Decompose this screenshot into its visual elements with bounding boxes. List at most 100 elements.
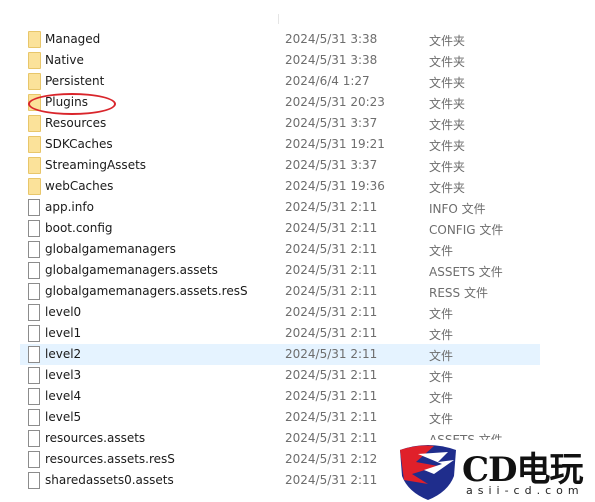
- folder-icon: [28, 31, 41, 48]
- file-date: 2024/5/31 2:11: [285, 326, 378, 340]
- folder-icon: [28, 157, 41, 174]
- file-name: app.info: [45, 200, 94, 214]
- file-type: 文件夹: [429, 160, 466, 174]
- file-type: 文件: [429, 412, 454, 426]
- file-date: 2024/5/31 3:38: [285, 53, 378, 67]
- file-icon: [28, 367, 40, 384]
- file-name: sharedassets0.assets: [45, 473, 174, 487]
- file-date: 2024/5/31 2:11: [285, 200, 378, 214]
- file-icon: [28, 199, 40, 216]
- file-icon: [28, 451, 40, 468]
- file-date: 2024/5/31 2:11: [285, 473, 378, 487]
- file-row[interactable]: level3 2024/5/31 2:11 文件: [20, 365, 540, 386]
- file-date: 2024/5/31 2:11: [285, 221, 378, 235]
- folder-icon: [28, 52, 41, 69]
- file-name: boot.config: [45, 221, 113, 235]
- file-date: 2024/5/31 3:38: [285, 32, 378, 46]
- file-type: CONFIG 文件: [429, 223, 504, 237]
- file-icon: [28, 430, 40, 447]
- file-row[interactable]: webCaches 2024/5/31 19:36 文件夹: [20, 176, 540, 197]
- file-name: StreamingAssets: [45, 158, 147, 172]
- file-row[interactable]: level1 2024/5/31 2:11 文件: [20, 323, 540, 344]
- file-date: 2024/5/31 2:11: [285, 305, 378, 319]
- file-row[interactable]: Plugins 2024/5/31 20:23 文件夹: [20, 92, 540, 113]
- file-row[interactable]: globalgamemanagers.assets.resS 2024/5/31…: [20, 281, 540, 302]
- file-name: globalgamemanagers.assets.resS: [45, 284, 248, 298]
- file-icon: [28, 241, 40, 258]
- file-name: level5: [45, 410, 82, 424]
- file-row[interactable]: StreamingAssets 2024/5/31 3:37 文件夹: [20, 155, 540, 176]
- file-row[interactable]: Native 2024/5/31 3:38 文件夹: [20, 50, 540, 71]
- file-row[interactable]: app.info 2024/5/31 2:11 INFO 文件: [20, 197, 540, 218]
- file-type: 文件: [429, 391, 454, 405]
- file-date: 2024/5/31 2:11: [285, 431, 378, 445]
- folder-icon: [28, 94, 41, 111]
- file-type: 文件夹: [429, 139, 466, 153]
- file-type: 文件: [429, 328, 454, 342]
- file-type: 文件夹: [429, 55, 466, 69]
- file-date: 2024/5/31 2:11: [285, 242, 378, 256]
- file-date: 2024/5/31 2:11: [285, 284, 378, 298]
- folder-icon: [28, 136, 41, 153]
- file-type: 文件夹: [429, 118, 466, 132]
- file-type: 文件夹: [429, 34, 466, 48]
- file-date: 2024/5/31 2:11: [285, 368, 378, 382]
- file-date: 2024/5/31 19:36: [285, 179, 385, 193]
- file-row[interactable]: level0 2024/5/31 2:11 文件: [20, 302, 540, 323]
- file-icon: [28, 325, 40, 342]
- column-separator[interactable]: [278, 14, 279, 24]
- file-row[interactable]: level4 2024/5/31 2:11 文件: [20, 386, 540, 407]
- file-icon: [28, 346, 40, 363]
- file-name: Persistent: [45, 74, 105, 88]
- watermark-url: asii-cd.com: [466, 484, 584, 497]
- file-name: level0: [45, 305, 82, 319]
- file-row[interactable]: globalgamemanagers 2024/5/31 2:11 文件: [20, 239, 540, 260]
- file-type: 文件夹: [429, 76, 466, 90]
- file-name: resources.assets: [45, 431, 146, 445]
- file-row[interactable]: boot.config 2024/5/31 2:11 CONFIG 文件: [20, 218, 540, 239]
- file-name: Managed: [45, 32, 101, 46]
- file-name: SDKCaches: [45, 137, 113, 151]
- file-name: Resources: [45, 116, 107, 130]
- file-icon: [28, 283, 40, 300]
- file-row[interactable]: SDKCaches 2024/5/31 19:21 文件夹: [20, 134, 540, 155]
- file-date: 2024/5/31 2:11: [285, 347, 378, 361]
- file-name: globalgamemanagers: [45, 242, 176, 256]
- file-date: 2024/5/31 19:21: [285, 137, 385, 151]
- file-date: 2024/5/31 2:11: [285, 410, 378, 424]
- folder-icon: [28, 73, 41, 90]
- file-icon: [28, 472, 40, 489]
- file-type: 文件: [429, 244, 454, 258]
- file-date: 2024/5/31 20:23: [285, 95, 385, 109]
- file-date: 2024/6/4 1:27: [285, 74, 370, 88]
- file-name: resources.assets.resS: [45, 452, 175, 466]
- file-type: ASSETS 文件: [429, 265, 503, 279]
- file-name: globalgamemanagers.assets: [45, 263, 218, 277]
- file-type: INFO 文件: [429, 202, 486, 216]
- file-icon: [28, 220, 40, 237]
- file-type: 文件: [429, 370, 454, 384]
- file-row[interactable]: Resources 2024/5/31 3:37 文件夹: [20, 113, 540, 134]
- file-name: level1: [45, 326, 82, 340]
- file-date: 2024/5/31 2:11: [285, 263, 378, 277]
- file-name: level3: [45, 368, 82, 382]
- file-type: 文件: [429, 349, 454, 363]
- file-type: RESS 文件: [429, 286, 488, 300]
- file-name: Plugins: [45, 95, 88, 109]
- file-icon: [28, 304, 40, 321]
- folder-icon: [28, 115, 41, 132]
- file-name: level2: [45, 347, 82, 361]
- file-name: webCaches: [45, 179, 114, 193]
- file-icon: [28, 409, 40, 426]
- file-row[interactable]: Managed 2024/5/31 3:38 文件夹: [20, 29, 540, 50]
- file-row[interactable]: level2 2024/5/31 2:11 文件: [20, 344, 540, 365]
- shield-logo-icon: [400, 445, 456, 500]
- file-row[interactable]: level5 2024/5/31 2:11 文件: [20, 407, 540, 428]
- file-row[interactable]: globalgamemanagers.assets 2024/5/31 2:11…: [20, 260, 540, 281]
- file-icon: [28, 388, 40, 405]
- file-type: 文件: [429, 307, 454, 321]
- file-row[interactable]: Persistent 2024/6/4 1:27 文件夹: [20, 71, 540, 92]
- watermark-logo: CD电玩 asii-cd.com: [398, 440, 595, 502]
- folder-icon: [28, 178, 41, 195]
- file-name: level4: [45, 389, 82, 403]
